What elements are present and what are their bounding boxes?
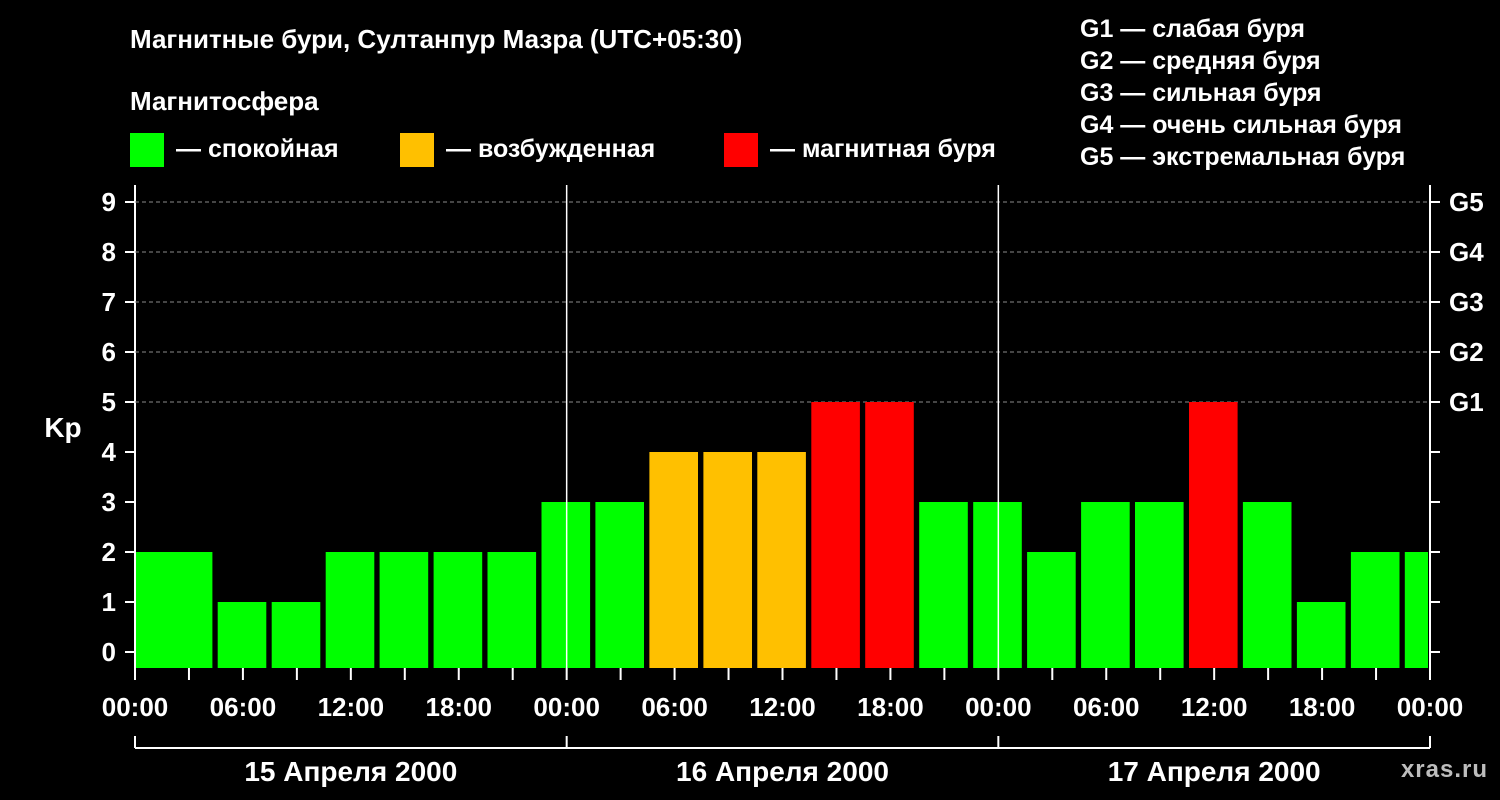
- y-tick-label: 4: [102, 437, 117, 467]
- y-tick-label: 1: [102, 587, 116, 617]
- kp-bar: [217, 602, 267, 668]
- kp-bar: [1296, 602, 1346, 668]
- day-label-3: 17 Апреля 2000: [1108, 756, 1321, 787]
- x-tick-label: 18:00: [1289, 692, 1356, 722]
- x-tick-label: 06:00: [1073, 692, 1140, 722]
- kp-bar: [487, 552, 537, 668]
- right-axis-label-g2: G2: [1449, 337, 1484, 367]
- kp-bar: [1242, 502, 1292, 668]
- site-watermark: xras.ru: [1400, 756, 1488, 783]
- kp-bar: [865, 402, 914, 668]
- kp-bar: [163, 552, 213, 668]
- x-tick-label: 18:00: [857, 692, 924, 722]
- kp-bar: [649, 452, 698, 668]
- kp-bar: [1027, 552, 1076, 668]
- x-tick-label: 06:00: [641, 692, 708, 722]
- kp-bar: [433, 552, 483, 668]
- kp-bar: [379, 552, 429, 668]
- kp-bar: [271, 602, 321, 668]
- day-label-2: 16 Апреля 2000: [676, 756, 889, 787]
- y-tick-label: 6: [102, 337, 116, 367]
- right-axis-label-g3: G3: [1449, 287, 1484, 317]
- kp-bar: [136, 552, 168, 668]
- x-tick-label: 18:00: [426, 692, 493, 722]
- kp-chart: 0 1 2 3 4 5 6 7 8 9 G1 G2 G3 G4 G5 Kp 00:00 06:00 12:00 18:…: [44, 185, 1484, 787]
- x-tick-label: 00:00: [965, 692, 1032, 722]
- kp-bar: [973, 502, 1022, 668]
- y-tick-label: 8: [102, 237, 116, 267]
- y-tick-label: 3: [102, 487, 116, 517]
- kp-bar: [541, 502, 591, 668]
- x-tick-label: 12:00: [749, 692, 816, 722]
- x-tick-label: 00:00: [533, 692, 600, 722]
- kp-bar: [1081, 502, 1130, 668]
- y-tick-label: 0: [102, 637, 116, 667]
- right-axis-label-g5: G5: [1449, 187, 1484, 217]
- kp-bar: [325, 552, 375, 668]
- y-tick-label: 7: [102, 287, 116, 317]
- right-axis-label-g4: G4: [1449, 237, 1484, 267]
- kp-bar: [1350, 552, 1400, 668]
- x-tick-label: 06:00: [210, 692, 277, 722]
- y-tick-label: 2: [102, 537, 116, 567]
- kp-bar: [1135, 502, 1184, 668]
- x-tick-label: 00:00: [102, 692, 169, 722]
- kp-bar: [1404, 552, 1428, 668]
- x-tick-label: 12:00: [318, 692, 385, 722]
- kp-bar: [703, 452, 752, 668]
- right-axis-label-g1: G1: [1449, 387, 1484, 417]
- y-tick-label: 9: [102, 187, 116, 217]
- x-tick-label: 00:00: [1397, 692, 1464, 722]
- kp-bar: [595, 502, 644, 668]
- kp-bar: [919, 502, 968, 668]
- day-label-1: 15 Апреля 2000: [244, 756, 457, 787]
- x-tick-label: 12:00: [1181, 692, 1248, 722]
- kp-bar: [811, 402, 860, 668]
- kp-bar: [757, 452, 806, 668]
- y-axis-title: Kp: [44, 412, 81, 443]
- y-tick-label: 5: [102, 387, 116, 417]
- kp-bar: [1189, 402, 1238, 668]
